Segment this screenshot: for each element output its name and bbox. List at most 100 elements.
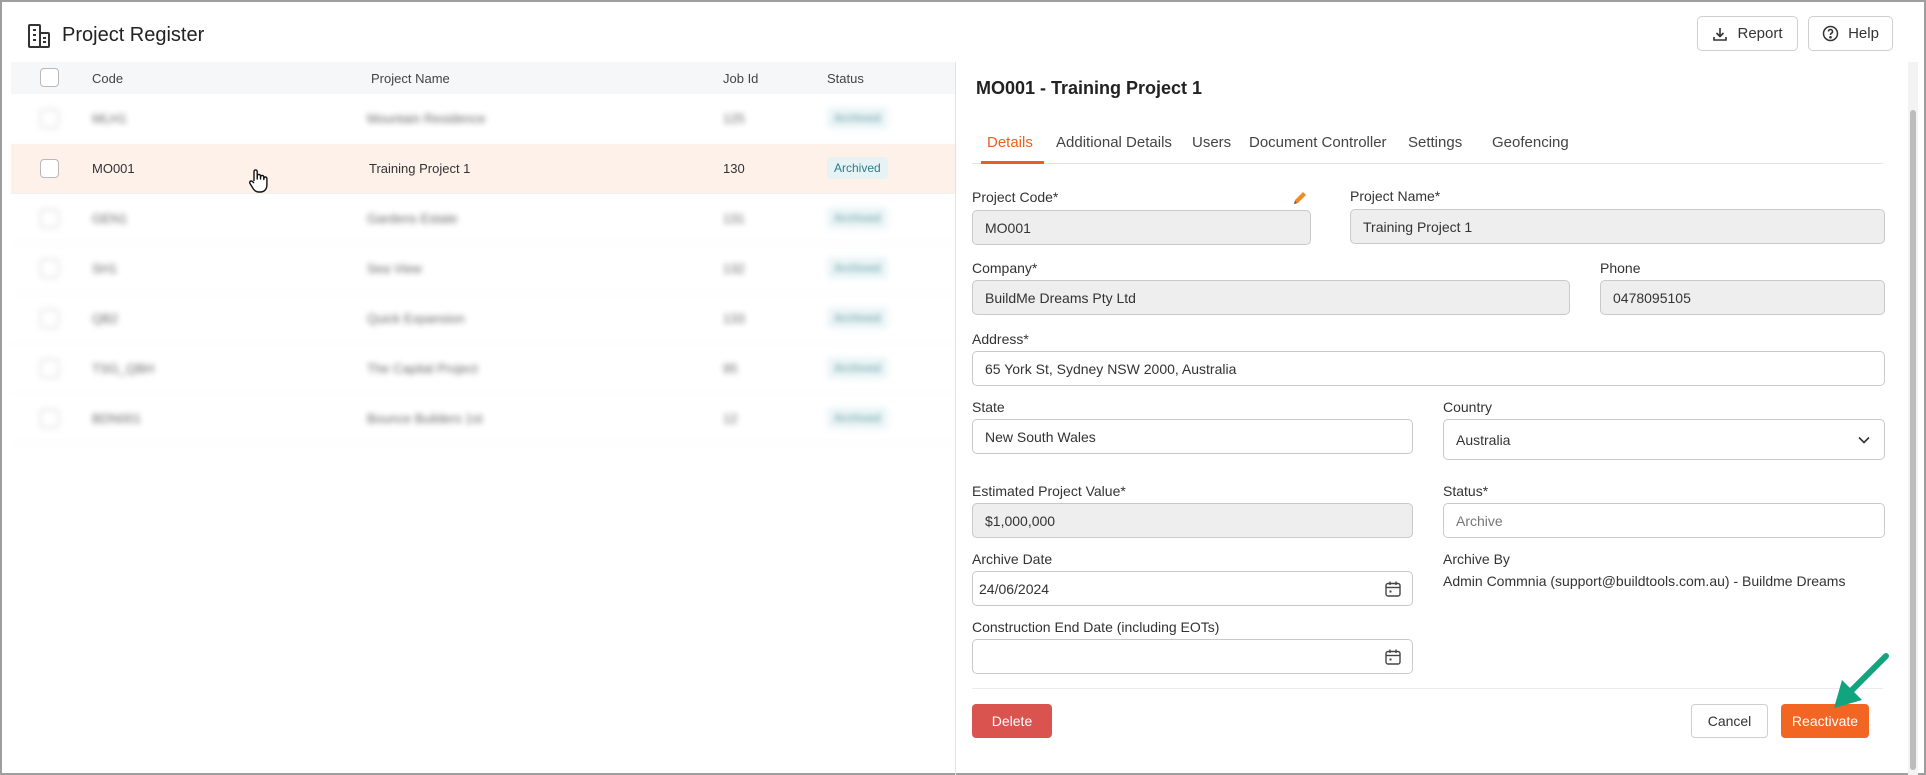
tab-users[interactable]: Users <box>1192 134 1231 151</box>
tab-settings[interactable]: Settings <box>1408 134 1462 151</box>
row-code: SH1 <box>92 261 118 276</box>
state-field[interactable]: New South Wales <box>972 419 1413 454</box>
download-icon <box>1713 27 1728 41</box>
row-project-name: Mountain Residence <box>367 111 486 126</box>
construction-end-label: Construction End Date (including EOTs) <box>972 619 1220 635</box>
row-code: GEN1 <box>92 211 128 226</box>
calendar-icon[interactable] <box>1384 580 1402 598</box>
phone-label: Phone <box>1600 260 1641 276</box>
project-name-label: Project Name* <box>1350 188 1441 204</box>
archive-by-label: Archive By <box>1443 551 1510 567</box>
row-code: QB2 <box>92 311 119 326</box>
row-job-id: 130 <box>723 161 745 176</box>
company-field[interactable]: BuildMe Dreams Pty Ltd <box>972 280 1570 315</box>
status-badge: Archived <box>827 107 888 129</box>
page-title: Project Register <box>62 24 205 46</box>
cancel-button[interactable]: Cancel <box>1691 704 1768 738</box>
row-project-name: Sea View <box>367 261 422 276</box>
status-badge: Archived <box>827 407 888 429</box>
archive-date-field[interactable]: 24/06/2024 <box>972 571 1413 606</box>
company-label: Company* <box>972 260 1038 276</box>
country-label: Country <box>1443 399 1493 415</box>
tab-document-controller[interactable]: Document Controller <box>1249 134 1387 151</box>
edit-pencil-icon[interactable] <box>1292 190 1308 206</box>
estimated-value-field[interactable]: $1,000,000 <box>972 503 1413 538</box>
help-button[interactable]: Help <box>1808 16 1893 51</box>
row-checkbox[interactable] <box>40 409 59 428</box>
table-row[interactable]: TSG_QBH The Capital Project 95 Archived <box>11 344 955 394</box>
row-project-name: Gardens Estate <box>367 211 458 226</box>
footer-divider <box>972 688 1883 689</box>
estimated-value-label: Estimated Project Value* <box>972 483 1126 499</box>
annotation-arrow-icon <box>1834 653 1889 708</box>
hand-cursor-icon <box>248 169 268 193</box>
project-list: Code Project Name Job Id Status MLH1 Mou… <box>11 62 955 775</box>
row-checkbox[interactable] <box>40 109 59 128</box>
calendar-icon[interactable] <box>1384 648 1402 666</box>
panel-divider <box>955 62 956 775</box>
status-badge: Archived <box>827 157 888 179</box>
scrollbar-thumb[interactable] <box>1910 110 1916 770</box>
estimated-value-value: $1,000,000 <box>985 512 1056 529</box>
tab-geofencing[interactable]: Geofencing <box>1492 134 1569 151</box>
delete-button[interactable]: Delete <box>972 704 1052 738</box>
status-label: Status* <box>1443 483 1489 499</box>
column-header-status[interactable]: Status <box>827 71 864 86</box>
column-header-project-name[interactable]: Project Name <box>371 71 450 86</box>
list-header: Code Project Name Job Id Status <box>11 62 955 94</box>
report-button[interactable]: Report <box>1697 16 1798 51</box>
table-row[interactable]: QB2 Quick Expansion 133 Archived <box>11 294 955 344</box>
row-checkbox[interactable] <box>40 159 59 178</box>
tab-bar: Details Additional Details Users Documen… <box>972 120 1883 164</box>
row-checkbox[interactable] <box>40 259 59 278</box>
project-name-field[interactable]: Training Project 1 <box>1350 209 1885 244</box>
country-value: Australia <box>1456 431 1511 448</box>
company-value: BuildMe Dreams Pty Ltd <box>985 289 1136 306</box>
country-select[interactable]: Australia <box>1443 419 1885 460</box>
status-badge: Archived <box>827 257 888 279</box>
table-row[interactable]: BDN001 Bounce Builders 1st 12 Archived <box>11 394 955 444</box>
active-tab-indicator <box>981 161 1044 164</box>
tab-details[interactable]: Details <box>987 134 1033 151</box>
state-value: New South Wales <box>985 428 1096 445</box>
table-row-selected[interactable]: MO001 Training Project 1 130 Archived <box>11 144 955 194</box>
row-checkbox[interactable] <box>40 309 59 328</box>
status-badge: Archived <box>827 307 888 329</box>
address-field[interactable]: 65 York St, Sydney NSW 2000, Australia <box>972 351 1885 386</box>
project-code-field[interactable]: MO001 <box>972 210 1311 245</box>
row-project-name: Training Project 1 <box>369 161 471 176</box>
archive-date-value: 24/06/2024 <box>979 580 1050 597</box>
row-project-name: Bounce Builders 1st <box>367 411 483 426</box>
help-label: Help <box>1848 25 1879 42</box>
row-job-id: 131 <box>723 211 745 226</box>
project-code-label: Project Code* <box>972 189 1059 205</box>
column-header-job-id[interactable]: Job Id <box>723 71 758 86</box>
row-checkbox[interactable] <box>40 359 59 378</box>
address-label: Address* <box>972 331 1029 347</box>
row-checkbox[interactable] <box>40 209 59 228</box>
state-label: State <box>972 399 1005 415</box>
phone-field[interactable]: 0478095105 <box>1600 280 1885 315</box>
row-job-id: 125 <box>723 111 745 126</box>
table-row[interactable]: GEN1 Gardens Estate 131 Archived <box>11 194 955 244</box>
row-job-id: 133 <box>723 311 745 326</box>
row-job-id: 132 <box>723 261 745 276</box>
tab-additional-details[interactable]: Additional Details <box>1056 134 1172 151</box>
chevron-down-icon <box>1858 436 1870 444</box>
select-all-checkbox[interactable] <box>40 68 59 87</box>
status-field[interactable]: Archive <box>1443 503 1885 538</box>
row-code: MO001 <box>92 161 135 176</box>
table-row[interactable]: MLH1 Mountain Residence 125 Archived <box>11 94 955 144</box>
row-code: BDN001 <box>92 411 142 426</box>
project-code-value: MO001 <box>985 219 1031 236</box>
construction-end-field[interactable] <box>972 639 1413 674</box>
row-code: TSG_QBH <box>92 361 155 376</box>
archive-by-value: Admin Commnia (support@buildtools.com.au… <box>1443 573 1846 589</box>
status-badge: Archived <box>827 207 888 229</box>
row-job-id: 95 <box>723 361 738 376</box>
row-project-name: The Capital Project <box>367 361 478 376</box>
column-header-code[interactable]: Code <box>92 71 123 86</box>
table-row[interactable]: SH1 Sea View 132 Archived <box>11 244 955 294</box>
row-project-name: Quick Expansion <box>367 311 465 326</box>
status-value: Archive <box>1456 512 1503 529</box>
